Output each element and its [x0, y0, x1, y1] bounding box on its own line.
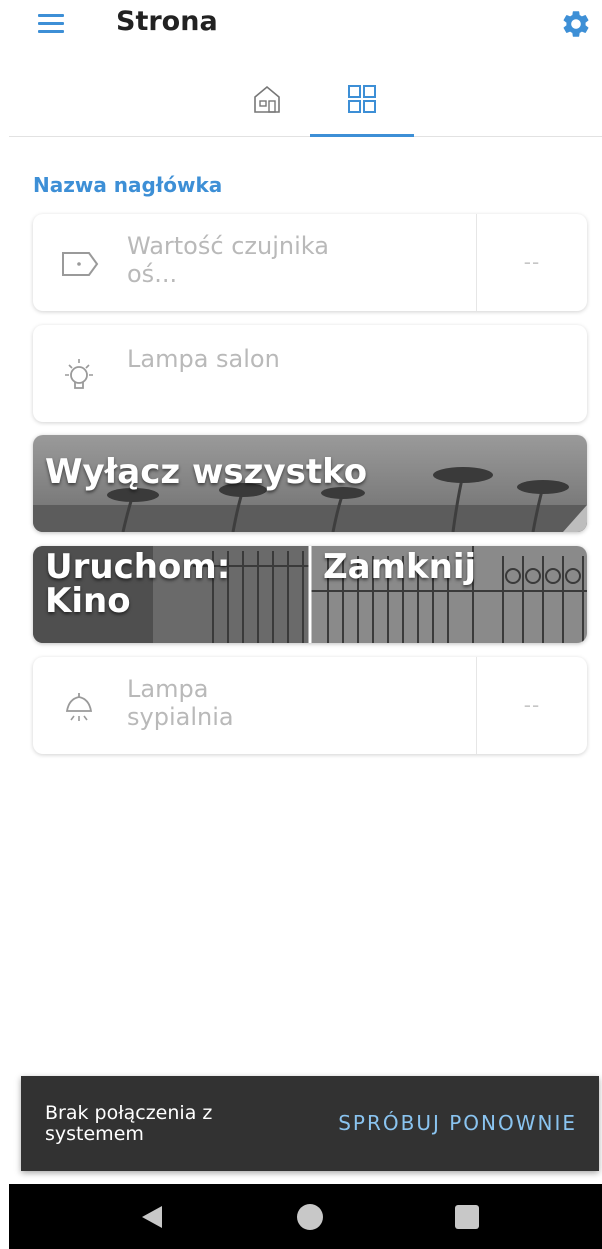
scene-close-button[interactable]: Zamknij [323, 550, 476, 584]
retry-button[interactable]: SPRÓBUJ PONOWNIE [338, 1111, 577, 1135]
lamp-living-card[interactable]: Lampa salon [33, 325, 587, 422]
tab-bar [9, 70, 602, 137]
tab-grid[interactable] [310, 70, 414, 137]
home-circle-icon[interactable] [297, 1204, 323, 1230]
scene-all-off-button[interactable]: Wyłącz wszystko [33, 435, 587, 532]
settings-gear-icon[interactable] [560, 8, 592, 40]
sensor-value-cell: -- [476, 214, 587, 311]
bulb-icon [65, 359, 93, 389]
recents-square-icon[interactable] [455, 1205, 479, 1229]
house-icon [254, 85, 280, 113]
snackbar-message: Brak połączenia z systemem [45, 1102, 213, 1145]
grid-icon [348, 85, 376, 113]
section-header: Nazwa nagłówka [33, 173, 223, 197]
lamp-bedroom-value-cell: -- [476, 657, 587, 754]
scene-cinema-button[interactable]: Uruchom: Kino [45, 550, 265, 618]
back-icon[interactable] [140, 1204, 164, 1230]
page-title: Strona [116, 6, 218, 37]
app-bar: Strona [0, 0, 602, 52]
sensor-label: Wartość czujnika oś... [127, 232, 329, 288]
sensor-value: -- [523, 250, 541, 274]
scene-row: Uruchom: Kino Zamknij [33, 546, 587, 643]
menu-icon[interactable] [38, 14, 64, 34]
tab-home[interactable] [215, 70, 319, 136]
lamp-bedroom-label: Lampa sypialnia [127, 675, 234, 731]
lamp-bedroom-card[interactable]: Lampa sypialnia -- [33, 657, 587, 754]
snackbar: Brak połączenia z systemem SPRÓBUJ PONOW… [21, 1076, 599, 1171]
ceiling-lamp-icon [65, 693, 93, 721]
lamp-living-label: Lampa salon [127, 345, 280, 373]
scene-all-off-label: Wyłącz wszystko [45, 452, 368, 492]
sensor-card[interactable]: Wartość czujnika oś... -- [33, 214, 587, 311]
system-nav-bar [9, 1184, 602, 1249]
lamp-bedroom-value: -- [523, 693, 541, 717]
tag-icon [62, 252, 99, 276]
